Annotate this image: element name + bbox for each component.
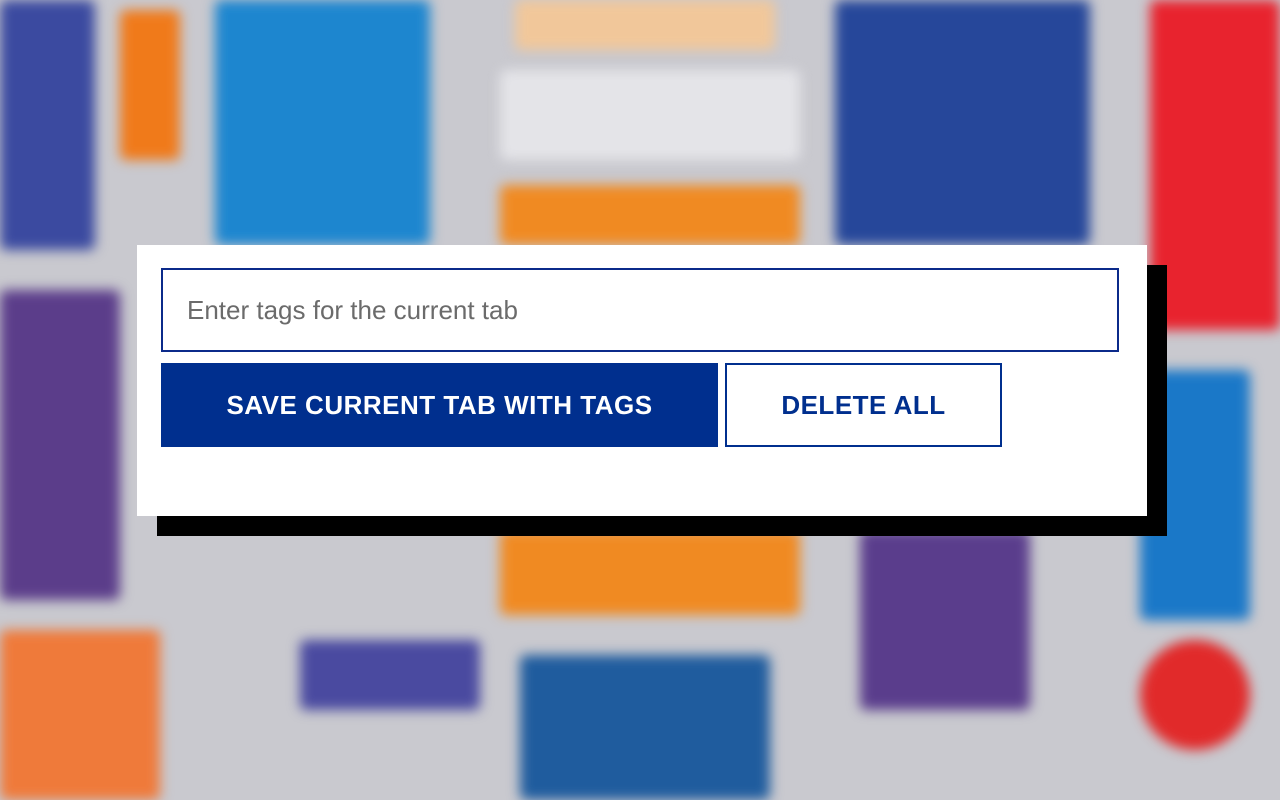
background-tile xyxy=(0,290,120,600)
background-tile xyxy=(0,0,95,250)
background-tile xyxy=(1150,0,1280,330)
background-tile xyxy=(515,0,775,50)
background-tile xyxy=(215,0,430,245)
background-tile xyxy=(500,70,800,160)
background-tile xyxy=(520,655,770,800)
save-current-tab-button[interactable]: SAVE CURRENT TAB WITH TAGS xyxy=(161,363,718,447)
background-tile xyxy=(500,185,800,245)
tag-popup: SAVE CURRENT TAB WITH TAGS DELETE ALL xyxy=(137,245,1147,516)
background-tile xyxy=(0,630,160,800)
background-tile xyxy=(500,530,800,615)
delete-all-button[interactable]: DELETE ALL xyxy=(725,363,1002,447)
background-tile xyxy=(1140,640,1250,750)
background-tile xyxy=(300,640,480,710)
background-tile xyxy=(860,530,1030,710)
background-tile xyxy=(120,10,180,160)
tags-input[interactable] xyxy=(161,268,1119,352)
background-tile xyxy=(835,0,1090,245)
